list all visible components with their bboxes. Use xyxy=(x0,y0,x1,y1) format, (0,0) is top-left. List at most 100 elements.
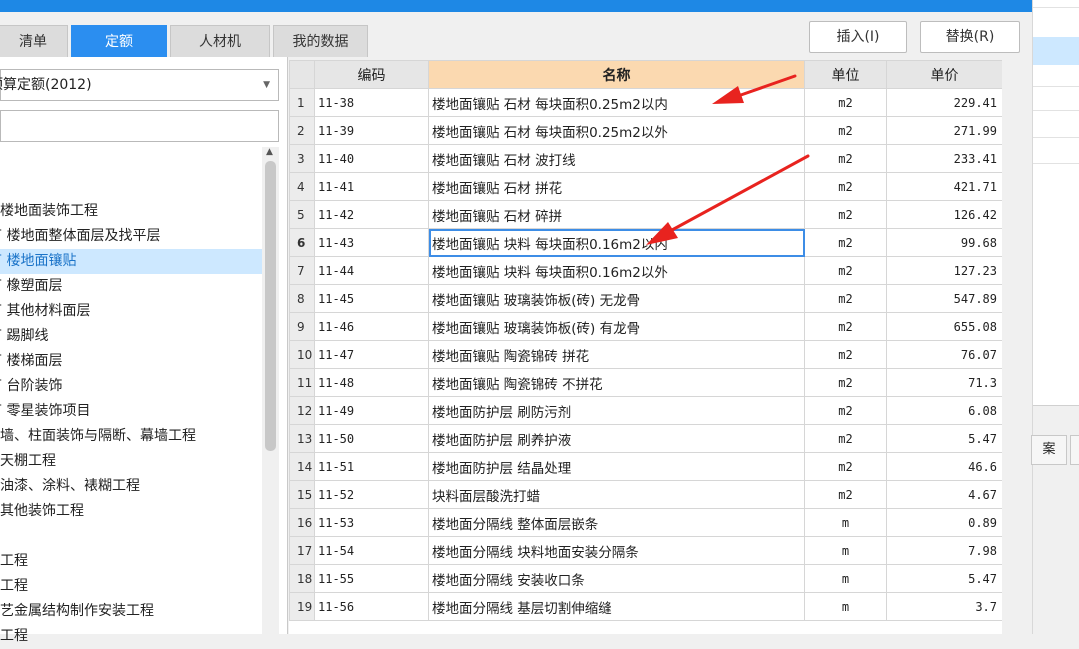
tree-item[interactable]: 节 橡塑面层 xyxy=(0,274,262,299)
header-unit[interactable]: 单位 xyxy=(804,60,887,89)
row-number-cell[interactable]: 16 xyxy=(289,508,315,537)
name-cell[interactable]: 楼地面防护层 刷养护液 xyxy=(428,424,805,453)
price-cell[interactable]: 127.23 xyxy=(886,256,1003,285)
unit-cell[interactable]: m xyxy=(804,508,887,537)
header-code[interactable]: 编码 xyxy=(314,60,429,89)
code-cell[interactable]: 11-43 xyxy=(314,228,429,257)
unit-cell[interactable]: m xyxy=(804,564,887,593)
tree-item[interactable]: 节 踢脚线 xyxy=(0,324,262,349)
tree-scrollbar[interactable]: ▲ xyxy=(262,147,279,634)
code-cell[interactable]: 11-41 xyxy=(314,172,429,201)
name-cell[interactable]: 楼地面分隔线 整体面层嵌条 xyxy=(428,508,805,537)
table-row[interactable]: 19 11-56 楼地面分隔线 基层切割伸缩缝 m 3.7 xyxy=(289,592,1003,621)
table-row[interactable]: 13 11-50 楼地面防护层 刷养护液 m2 5.47 xyxy=(289,424,1003,453)
code-cell[interactable]: 11-39 xyxy=(314,116,429,145)
row-number-cell[interactable]: 8 xyxy=(289,284,315,313)
unit-cell[interactable]: m2 xyxy=(804,312,887,341)
row-number-cell[interactable]: 15 xyxy=(289,480,315,509)
unit-cell[interactable]: m2 xyxy=(804,284,887,313)
tree-item[interactable]: 节 楼地面镶贴 xyxy=(0,249,262,274)
unit-cell[interactable]: m2 xyxy=(804,228,887,257)
tree-item[interactable]: 节 台阶装饰 xyxy=(0,374,262,399)
name-cell[interactable]: 楼地面镶贴 石材 拼花 xyxy=(428,172,805,201)
price-cell[interactable]: 0.89 xyxy=(886,508,1003,537)
row-number-cell[interactable]: 19 xyxy=(289,592,315,621)
tree-item[interactable]: 节 楼梯面层 xyxy=(0,349,262,374)
row-number-cell[interactable]: 6 xyxy=(289,228,315,257)
table-row[interactable]: 8 11-45 楼地面镶贴 玻璃装饰板(砖) 无龙骨 m2 547.89 xyxy=(289,284,1003,313)
unit-cell[interactable]: m2 xyxy=(804,368,887,397)
price-cell[interactable]: 271.99 xyxy=(886,116,1003,145)
unit-cell[interactable]: m xyxy=(804,536,887,565)
code-cell[interactable]: 11-44 xyxy=(314,256,429,285)
price-cell[interactable]: 547.89 xyxy=(886,284,1003,313)
insert-button[interactable]: 插入(I) xyxy=(809,21,907,53)
table-row[interactable]: 17 11-54 楼地面分隔线 块料地面安装分隔条 m 7.98 xyxy=(289,536,1003,565)
unit-cell[interactable]: m2 xyxy=(804,424,887,453)
price-cell[interactable]: 3.7 xyxy=(886,592,1003,621)
unit-cell[interactable]: m2 xyxy=(804,452,887,481)
scroll-up-icon[interactable]: ▲ xyxy=(266,147,273,157)
code-cell[interactable]: 11-53 xyxy=(314,508,429,537)
unit-cell[interactable]: m2 xyxy=(804,144,887,173)
row-number-cell[interactable]: 3 xyxy=(289,144,315,173)
row-number-cell[interactable]: 9 xyxy=(289,312,315,341)
tree-item[interactable]: 艺金属结构制作安装工程 xyxy=(0,599,262,624)
table-row[interactable]: 11 11-48 楼地面镶贴 陶瓷锦砖 不拼花 m2 71.3 xyxy=(289,368,1003,397)
row-number-cell[interactable]: 5 xyxy=(289,200,315,229)
row-number-cell[interactable]: 11 xyxy=(289,368,315,397)
name-cell[interactable]: 楼地面镶贴 石材 每块面积0.25m2以外 xyxy=(428,116,805,145)
tree-item[interactable]: 油漆、涂料、裱糊工程 xyxy=(0,474,262,499)
price-cell[interactable]: 99.68 xyxy=(886,228,1003,257)
row-number-cell[interactable]: 12 xyxy=(289,396,315,425)
table-row[interactable]: 2 11-39 楼地面镶贴 石材 每块面积0.25m2以外 m2 271.99 xyxy=(289,116,1003,145)
side-panel-selected-row[interactable] xyxy=(1033,37,1079,65)
name-cell[interactable]: 楼地面镶贴 陶瓷锦砖 拼花 xyxy=(428,340,805,369)
price-cell[interactable]: 4.67 xyxy=(886,480,1003,509)
name-cell[interactable]: 楼地面镶贴 石材 每块面积0.25m2以内 xyxy=(428,88,805,117)
price-cell[interactable]: 71.3 xyxy=(886,368,1003,397)
price-cell[interactable]: 655.08 xyxy=(886,312,1003,341)
unit-cell[interactable]: m xyxy=(804,592,887,621)
table-row[interactable]: 16 11-53 楼地面分隔线 整体面层嵌条 m 0.89 xyxy=(289,508,1003,537)
price-cell[interactable]: 46.6 xyxy=(886,452,1003,481)
name-cell[interactable]: 楼地面镶贴 陶瓷锦砖 不拼花 xyxy=(428,368,805,397)
name-cell[interactable]: 楼地面分隔线 安装收口条 xyxy=(428,564,805,593)
row-number-cell[interactable]: 13 xyxy=(289,424,315,453)
side-tab-next[interactable] xyxy=(1070,435,1079,465)
price-cell[interactable]: 421.71 xyxy=(886,172,1003,201)
price-cell[interactable]: 5.47 xyxy=(886,564,1003,593)
table-row[interactable]: 4 11-41 楼地面镶贴 石材 拼花 m2 421.71 xyxy=(289,172,1003,201)
price-cell[interactable]: 229.41 xyxy=(886,88,1003,117)
code-cell[interactable]: 11-50 xyxy=(314,424,429,453)
name-cell[interactable]: 楼地面镶贴 玻璃装饰板(砖) 有龙骨 xyxy=(428,312,805,341)
table-row[interactable]: 18 11-55 楼地面分隔线 安装收口条 m 5.47 xyxy=(289,564,1003,593)
name-cell[interactable]: 楼地面镶贴 石材 碎拼 xyxy=(428,200,805,229)
scrollbar-thumb[interactable] xyxy=(265,161,276,451)
row-number-cell[interactable]: 2 xyxy=(289,116,315,145)
code-cell[interactable]: 11-40 xyxy=(314,144,429,173)
table-row[interactable]: 15 11-52 块料面层酸洗打蜡 m2 4.67 xyxy=(289,480,1003,509)
table-row[interactable]: 14 11-51 楼地面防护层 结晶处理 m2 46.6 xyxy=(289,452,1003,481)
code-cell[interactable]: 11-55 xyxy=(314,564,429,593)
unit-cell[interactable]: m2 xyxy=(804,88,887,117)
code-cell[interactable]: 11-54 xyxy=(314,536,429,565)
header-name[interactable]: 名称 xyxy=(428,60,805,89)
row-number-cell[interactable]: 18 xyxy=(289,564,315,593)
table-row[interactable]: 5 11-42 楼地面镶贴 石材 碎拼 m2 126.42 xyxy=(289,200,1003,229)
unit-cell[interactable]: m2 xyxy=(804,480,887,509)
row-number-cell[interactable]: 7 xyxy=(289,256,315,285)
name-cell[interactable]: 楼地面镶贴 块料 每块面积0.16m2以内 xyxy=(428,228,805,257)
unit-cell[interactable]: m2 xyxy=(804,396,887,425)
table-row[interactable]: 9 11-46 楼地面镶贴 玻璃装饰板(砖) 有龙骨 m2 655.08 xyxy=(289,312,1003,341)
name-cell[interactable]: 块料面层酸洗打蜡 xyxy=(428,480,805,509)
row-number-cell[interactable]: 1 xyxy=(289,88,315,117)
code-cell[interactable]: 11-52 xyxy=(314,480,429,509)
header-price[interactable]: 单价 xyxy=(886,60,1003,89)
name-cell[interactable]: 楼地面防护层 刷防污剂 xyxy=(428,396,805,425)
price-cell[interactable]: 126.42 xyxy=(886,200,1003,229)
code-cell[interactable]: 11-38 xyxy=(314,88,429,117)
tab-quota[interactable]: 定额 xyxy=(71,25,167,57)
table-row[interactable]: 7 11-44 楼地面镶贴 块料 每块面积0.16m2以外 m2 127.23 xyxy=(289,256,1003,285)
tree-item[interactable]: 工程 xyxy=(0,549,262,574)
